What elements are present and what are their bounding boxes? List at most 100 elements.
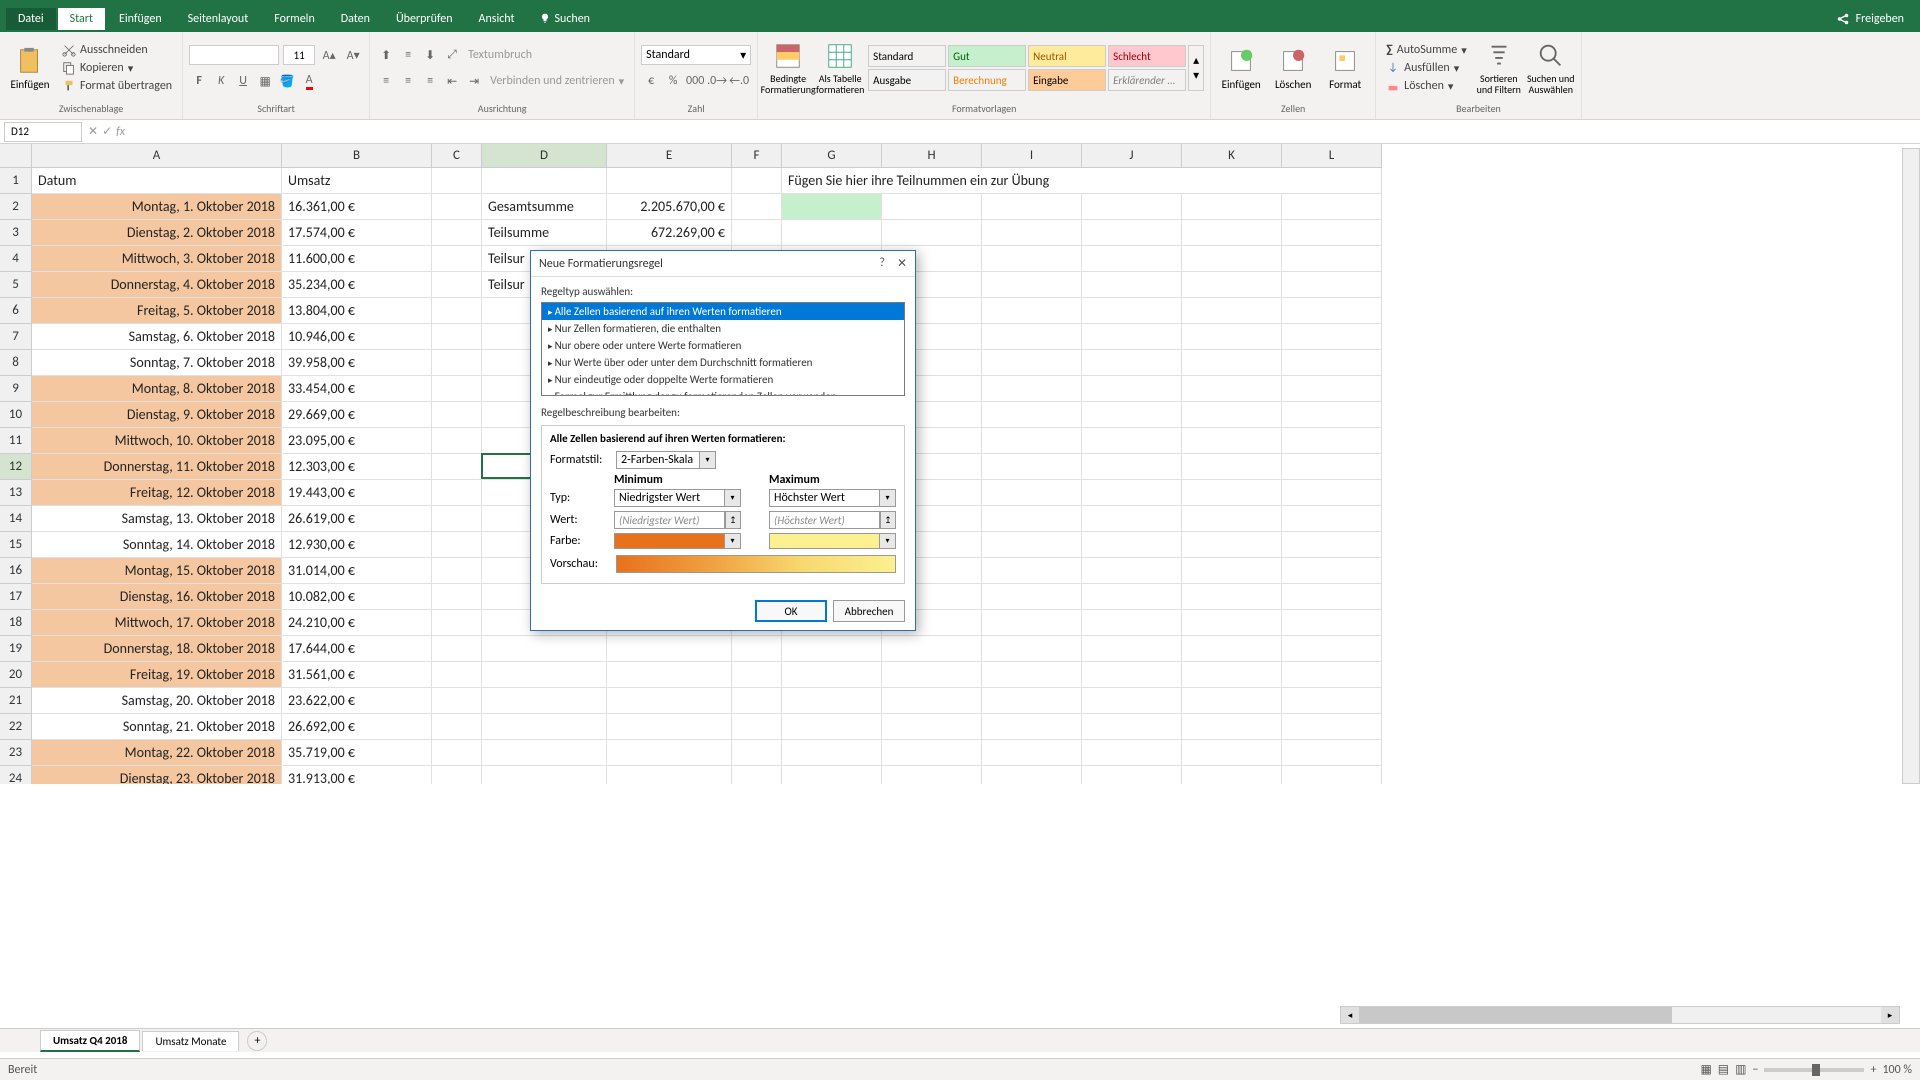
cell-B9[interactable]: 33.454,00 € [282, 376, 432, 402]
cell-J14[interactable] [1082, 506, 1182, 532]
view-break-icon[interactable]: ▥ [1735, 1062, 1746, 1077]
copy-button[interactable]: Kopieren ▾ [58, 60, 176, 76]
insert-cells-button[interactable]: Einfügen [1217, 35, 1265, 101]
cell-B19[interactable]: 17.644,00 € [282, 636, 432, 662]
cell-B2[interactable]: 16.361,00 € [282, 194, 432, 220]
cancel-button[interactable]: Abbrechen [833, 600, 905, 622]
formula-input[interactable] [131, 122, 1920, 142]
font-color-button[interactable]: A [299, 71, 319, 91]
cell-B22[interactable]: 26.692,00 € [282, 714, 432, 740]
cell-G19[interactable] [782, 636, 882, 662]
row-header-14[interactable]: 14 [0, 506, 32, 532]
cell-I3[interactable] [982, 220, 1082, 246]
decimal-dec-button[interactable]: ←.0 [729, 71, 749, 91]
tab-formulas[interactable]: Formeln [262, 8, 326, 30]
row-header-1[interactable]: 1 [0, 168, 32, 194]
row-header-8[interactable]: 8 [0, 350, 32, 376]
row-header-15[interactable]: 15 [0, 532, 32, 558]
rule-type-item-3[interactable]: Nur Werte über oder unter dem Durchschni… [542, 354, 904, 371]
cell-E1[interactable] [607, 168, 732, 194]
cell-H20[interactable] [882, 662, 982, 688]
rule-type-item-0[interactable]: Alle Zellen basierend auf ihren Werten f… [542, 303, 904, 320]
cell-A7[interactable]: Samstag, 6. Oktober 2018 [32, 324, 282, 350]
fill-button[interactable]: Ausfüllen ▾ [1382, 60, 1471, 76]
align-top-button[interactable]: ⬆ [376, 45, 396, 65]
autosum-button[interactable]: ∑ AutoSumme ▾ [1382, 42, 1471, 58]
cell-B4[interactable]: 11.600,00 € [282, 246, 432, 272]
cell-H21[interactable] [882, 688, 982, 714]
max-type-dropdown[interactable]: Höchster Wert▾ [769, 489, 896, 507]
cell-I7[interactable] [982, 324, 1082, 350]
tab-page-layout[interactable]: Seitenlayout [176, 8, 261, 30]
cell-C19[interactable] [432, 636, 482, 662]
font-size-input[interactable] [283, 45, 315, 65]
cell-B3[interactable]: 17.574,00 € [282, 220, 432, 246]
cell-C2[interactable] [432, 194, 482, 220]
cell-D3[interactable]: Teilsumme [482, 220, 607, 246]
ok-button[interactable]: OK [755, 600, 827, 622]
cell-C17[interactable] [432, 584, 482, 610]
cell-F20[interactable] [732, 662, 782, 688]
column-header-I[interactable]: I [982, 144, 1082, 168]
cell-C8[interactable] [432, 350, 482, 376]
cell-F1[interactable] [732, 168, 782, 194]
fill-color-button[interactable]: 🪣 [277, 71, 297, 91]
sheet-tab-2[interactable]: Umsatz Monate [142, 1031, 239, 1051]
tab-insert[interactable]: Einfügen [107, 8, 174, 30]
cell-I15[interactable] [982, 532, 1082, 558]
orientation-button[interactable]: ⤢ [442, 45, 462, 65]
styles-more-button[interactable]: ▴▾ [1188, 45, 1204, 91]
cell-L2[interactable] [1282, 194, 1382, 220]
row-header-20[interactable]: 20 [0, 662, 32, 688]
cell-I12[interactable] [982, 454, 1082, 480]
tab-review[interactable]: Überprüfen [384, 8, 465, 30]
delete-cells-button[interactable]: Löschen [1269, 35, 1317, 101]
cell-L24[interactable] [1282, 766, 1382, 784]
cell-C7[interactable] [432, 324, 482, 350]
cell-A5[interactable]: Donnerstag, 4. Oktober 2018 [32, 272, 282, 298]
select-all-corner[interactable] [0, 144, 32, 168]
grow-font-button[interactable]: A▴ [319, 45, 339, 65]
conditional-formatting-button[interactable]: Bedingte Formatierung [764, 35, 812, 101]
cell-K7[interactable] [1182, 324, 1282, 350]
cell-L16[interactable] [1282, 558, 1382, 584]
cell-A10[interactable]: Dienstag, 9. Oktober 2018 [32, 402, 282, 428]
cell-J18[interactable] [1082, 610, 1182, 636]
cell-C3[interactable] [432, 220, 482, 246]
new-sheet-button[interactable]: + [247, 1031, 267, 1051]
cell-B14[interactable]: 26.619,00 € [282, 506, 432, 532]
cell-E2[interactable]: 2.205.670,00 € [607, 194, 732, 220]
cell-L21[interactable] [1282, 688, 1382, 714]
cell-E20[interactable] [607, 662, 732, 688]
cancel-formula-icon[interactable]: ✕ [88, 124, 98, 139]
cell-K11[interactable] [1182, 428, 1282, 454]
cell-L18[interactable] [1282, 610, 1382, 636]
cell-A17[interactable]: Dienstag, 16. Oktober 2018 [32, 584, 282, 610]
cell-B23[interactable]: 35.719,00 € [282, 740, 432, 766]
cell-C4[interactable] [432, 246, 482, 272]
cell-C16[interactable] [432, 558, 482, 584]
cell-B10[interactable]: 29.669,00 € [282, 402, 432, 428]
row-header-17[interactable]: 17 [0, 584, 32, 610]
tab-view[interactable]: Ansicht [467, 8, 527, 30]
row-header-12[interactable]: 12 [0, 454, 32, 480]
cell-L5[interactable] [1282, 272, 1382, 298]
tab-data[interactable]: Daten [329, 8, 382, 30]
column-header-B[interactable]: B [282, 144, 432, 168]
cell-J8[interactable] [1082, 350, 1182, 376]
cell-K17[interactable] [1182, 584, 1282, 610]
row-header-19[interactable]: 19 [0, 636, 32, 662]
cell-L12[interactable] [1282, 454, 1382, 480]
cell-B13[interactable]: 19.443,00 € [282, 480, 432, 506]
cell-H22[interactable] [882, 714, 982, 740]
rule-type-item-1[interactable]: Nur Zellen formatieren, die enthalten [542, 320, 904, 337]
style-gut[interactable]: Gut [948, 45, 1026, 67]
cell-J21[interactable] [1082, 688, 1182, 714]
font-name-input[interactable] [189, 45, 279, 65]
row-header-3[interactable]: 3 [0, 220, 32, 246]
enter-formula-icon[interactable]: ✓ [102, 124, 112, 139]
rule-type-item-4[interactable]: Nur eindeutige oder doppelte Werte forma… [542, 371, 904, 388]
format-cells-button[interactable]: Format [1321, 35, 1369, 101]
style-ausgabe[interactable]: Ausgabe [868, 69, 946, 91]
row-header-4[interactable]: 4 [0, 246, 32, 272]
